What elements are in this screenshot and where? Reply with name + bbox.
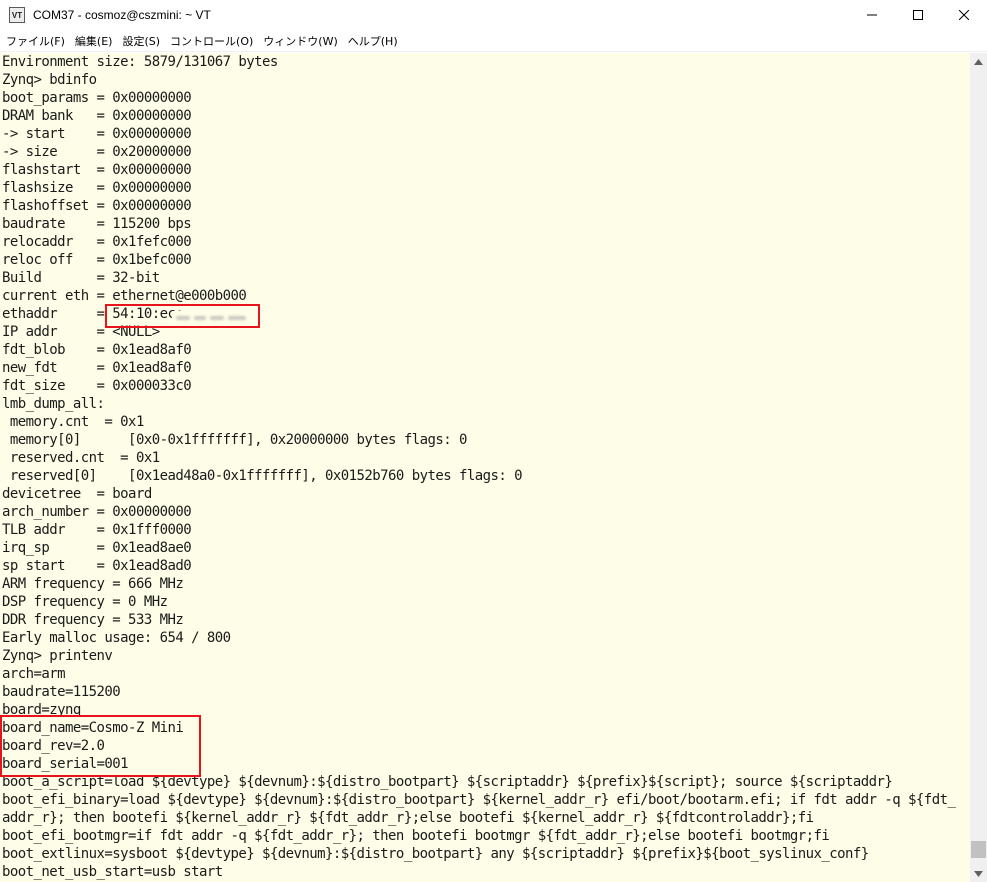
terminal-line: new_fdt = 0x1ead8af0 xyxy=(2,360,192,376)
minimize-icon xyxy=(867,14,877,16)
teraterm-app-icon[interactable]: VT xyxy=(9,7,25,23)
menu-bar: ファイル(F) 編集(E) 設定(S) コントロール(O) ウィンドウ(W) ヘ… xyxy=(0,30,987,52)
title-bar[interactable]: VT COM37 - cosmoz@cszmini: ~ VT xyxy=(0,0,987,30)
menu-help[interactable]: ヘルプ(H) xyxy=(345,33,401,49)
scroll-up-button[interactable] xyxy=(970,53,987,70)
terminal-line: baudrate=115200 xyxy=(2,684,121,700)
terminal-line: boot_a_script=load ${devtype} ${devnum}:… xyxy=(2,774,893,790)
minimize-button[interactable] xyxy=(849,0,895,30)
close-button[interactable] xyxy=(941,0,987,30)
terminal-line: -> size = 0x20000000 xyxy=(2,144,192,160)
vertical-scrollbar[interactable] xyxy=(970,53,987,882)
terminal-line: lmb_dump_all: xyxy=(2,396,105,412)
terminal-line: devicetree = board xyxy=(2,486,152,502)
terminal-line: fdt_size = 0x000033c0 xyxy=(2,378,192,394)
terminal-line: board_serial=001 xyxy=(2,756,129,772)
terminal-line: addr_r}; then bootefi ${kernel_addr_r} $… xyxy=(2,810,814,826)
terminal-line: sp start = 0x1ead8ad0 xyxy=(2,558,192,574)
terminal-lines: Environment size: 5879/131067 bytes Zynq… xyxy=(2,53,956,881)
terminal-line: boot_extlinux=sysboot ${devtype} ${devnu… xyxy=(2,846,869,862)
terminal-line: reserved[0] [0x1ead48a0-0x1fffffff], 0x0… xyxy=(2,468,523,484)
terminal-line: memory.cnt = 0x1 xyxy=(2,414,145,430)
terminal-line: IP addr = <NULL> xyxy=(2,324,160,340)
terminal-line: memory[0] [0x0-0x1fffffff], 0x20000000 b… xyxy=(2,432,468,448)
terminal-line: boot_efi_bootmgr=if fdt addr -q ${fdt_ad… xyxy=(2,828,830,844)
terminal-line: Early malloc usage: 654 / 800 xyxy=(2,630,231,646)
terminal-line: TLB addr = 0x1fff0000 xyxy=(2,522,192,538)
window-title: COM37 - cosmoz@cszmini: ~ VT xyxy=(33,8,211,22)
terminal-line: irq_sp = 0x1ead8ae0 xyxy=(2,540,192,556)
terminal-line: boot_efi_binary=load ${devtype} ${devnum… xyxy=(2,792,956,808)
terminal-line: DDR frequency = 533 MHz xyxy=(2,612,184,628)
terminal-line: DSP frequency = 0 MHz xyxy=(2,594,168,610)
close-icon xyxy=(959,10,969,20)
menu-control[interactable]: コントロール(O) xyxy=(167,33,256,49)
menu-edit[interactable]: 編集(E) xyxy=(72,33,116,49)
menu-file[interactable]: ファイル(F) xyxy=(3,33,68,49)
terminal-line: arch=arm xyxy=(2,666,66,682)
terminal-line: reserved.cnt = 0x1 xyxy=(2,450,160,466)
terminal-line: current eth = ethernet@e000b000 xyxy=(2,288,247,304)
window-controls xyxy=(849,0,987,30)
terminal-line: Zynq> bdinfo xyxy=(2,72,97,88)
terminal-line: flashsize = 0x00000000 xyxy=(2,180,192,196)
terminal-line: ethaddr = 54:10:ec: xyxy=(2,306,184,322)
terminal-line: board=zynq xyxy=(2,702,81,718)
terminal-line: boot_params = 0x00000000 xyxy=(2,90,192,106)
maximize-button[interactable] xyxy=(895,0,941,30)
terminal-line: Environment size: 5879/131067 bytes xyxy=(2,54,278,70)
terminal-line: -> start = 0x00000000 xyxy=(2,126,192,142)
terminal-line: flashoffset = 0x00000000 xyxy=(2,198,192,214)
terminal-line: reloc off = 0x1befc000 xyxy=(2,252,192,268)
menu-setup[interactable]: 設定(S) xyxy=(119,33,163,49)
terminal-line: Zynq> printenv xyxy=(2,648,113,664)
blurred-mac-suffix xyxy=(172,311,252,325)
terminal-line: fdt_blob = 0x1ead8af0 xyxy=(2,342,192,358)
vt-window: VT COM37 - cosmoz@cszmini: ~ VT ファイル(F) … xyxy=(0,0,987,882)
terminal-line: boot_net_usb_start=usb start xyxy=(2,864,223,880)
terminal-line: ARM frequency = 666 MHz xyxy=(2,576,184,592)
terminal-line: relocaddr = 0x1fefc000 xyxy=(2,234,192,250)
maximize-icon xyxy=(913,10,923,20)
terminal-line: flashstart = 0x00000000 xyxy=(2,162,192,178)
scroll-up-arrow-icon xyxy=(974,58,983,65)
terminal-line: board_name=Cosmo-Z Mini xyxy=(2,720,184,736)
terminal-line: board_rev=2.0 xyxy=(2,738,105,754)
scroll-thumb[interactable] xyxy=(971,841,986,858)
terminal-line: DRAM bank = 0x00000000 xyxy=(2,108,192,124)
terminal-line: arch_number = 0x00000000 xyxy=(2,504,192,520)
menu-window[interactable]: ウィンドウ(W) xyxy=(260,33,340,49)
scroll-down-arrow-icon xyxy=(974,870,983,877)
terminal-line: Build = 32-bit xyxy=(2,270,160,286)
terminal-output[interactable]: Environment size: 5879/131067 bytes Zynq… xyxy=(0,53,970,882)
terminal-line: baudrate = 115200 bps xyxy=(2,216,192,232)
scroll-down-button[interactable] xyxy=(970,865,987,882)
